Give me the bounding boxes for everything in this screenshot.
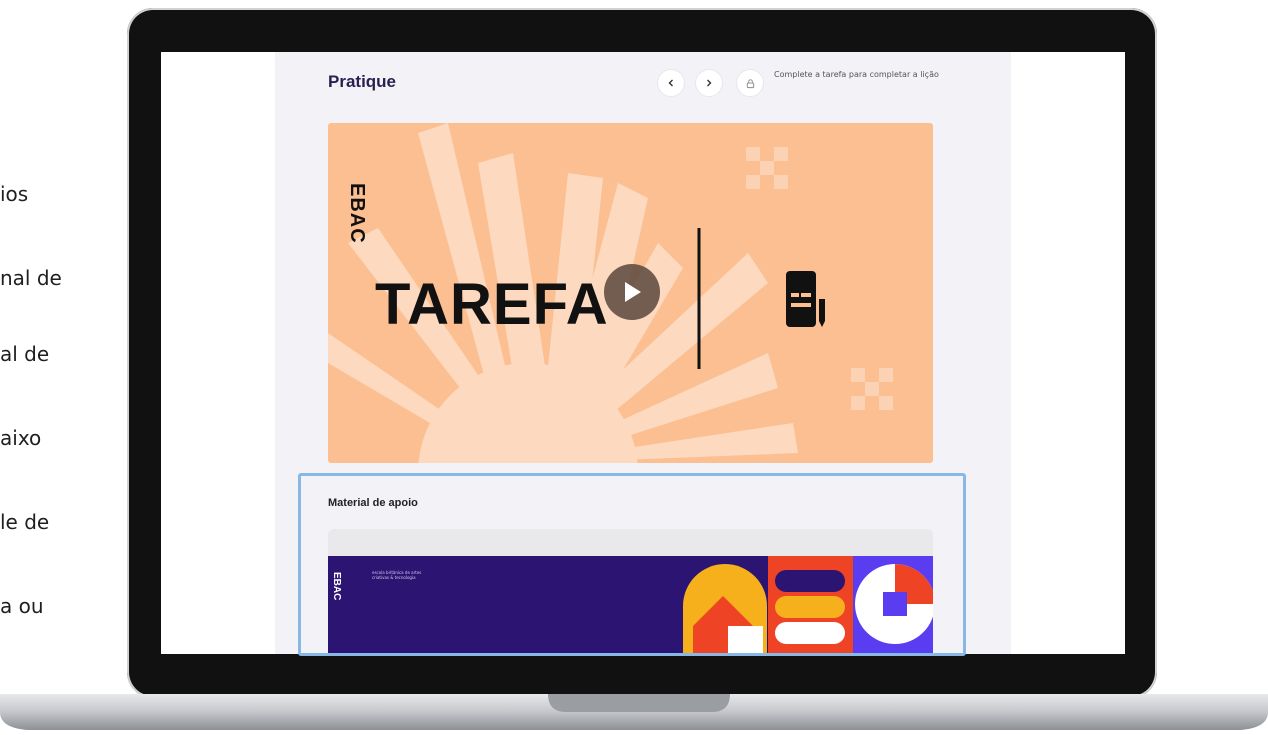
lock-icon	[746, 78, 754, 88]
document-pencil-icon	[786, 271, 825, 327]
task-video[interactable]: EBAC TAREFA	[328, 123, 933, 463]
laptop-base	[0, 694, 1268, 730]
complete-task-hint: Complete a tarefa para completar a lição	[774, 70, 939, 79]
lock-status	[736, 69, 764, 97]
video-title: TAREFA	[375, 272, 609, 337]
side-text-line: al de	[0, 342, 50, 366]
previous-button[interactable]	[657, 69, 685, 97]
chevron-right-icon	[707, 79, 712, 87]
play-icon	[625, 282, 641, 302]
next-button[interactable]	[695, 69, 723, 97]
side-text-line: ios	[0, 182, 29, 206]
side-text-line: a ou	[0, 594, 44, 618]
side-text-line: aixo	[0, 426, 42, 450]
support-material-highlight	[298, 473, 966, 656]
video-logo: EBAC	[346, 183, 368, 244]
play-button[interactable]	[604, 264, 660, 320]
page-title: Pratique	[328, 72, 397, 91]
side-text-line: le de	[0, 510, 50, 534]
side-text-block-2: al de aixo le de a ou	[0, 284, 49, 648]
chevron-left-icon	[668, 79, 673, 87]
